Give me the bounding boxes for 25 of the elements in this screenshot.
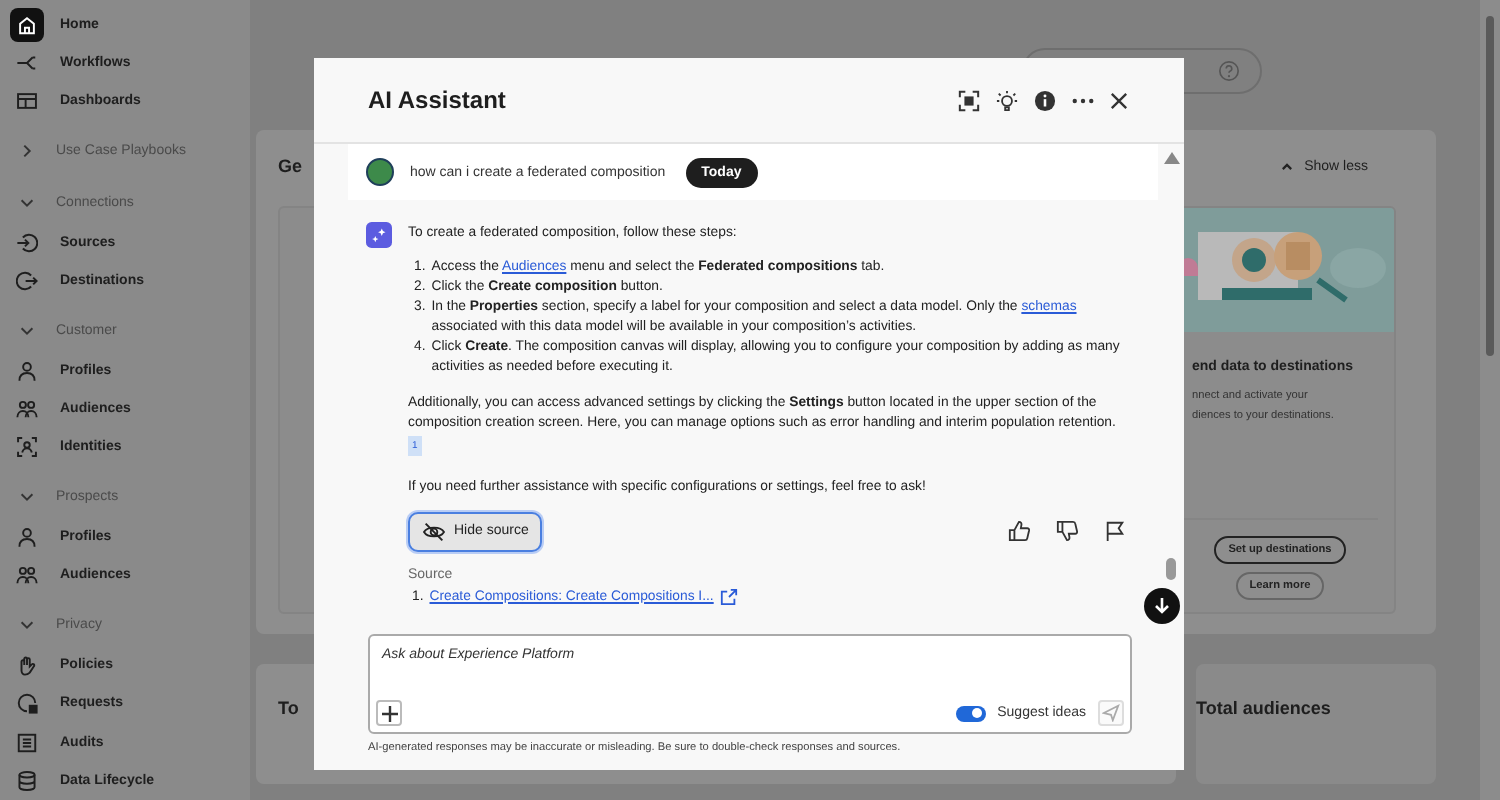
card-title: To bbox=[278, 698, 299, 718]
info-icon[interactable] bbox=[1034, 89, 1056, 111]
thumbs-down-icon[interactable] bbox=[1056, 520, 1078, 543]
suggest-ideas-toggle[interactable] bbox=[955, 705, 986, 721]
avatar bbox=[366, 158, 394, 186]
fullscreen-icon[interactable] bbox=[958, 89, 980, 111]
thumbs-up-icon[interactable] bbox=[1008, 520, 1030, 543]
chevron-up-icon bbox=[1280, 159, 1295, 173]
dialog-title: AI Assistant bbox=[368, 86, 506, 114]
lightbulb-icon[interactable] bbox=[996, 89, 1018, 111]
citation-badge[interactable]: 1 bbox=[408, 435, 422, 456]
eye-slash-icon bbox=[422, 521, 446, 542]
close-icon[interactable] bbox=[1110, 91, 1128, 109]
scroll-up-icon[interactable] bbox=[1163, 152, 1179, 164]
flag-icon[interactable] bbox=[1104, 520, 1126, 543]
external-link-icon[interactable] bbox=[719, 587, 738, 606]
send-icon bbox=[1102, 704, 1120, 722]
arrow-down-icon bbox=[1154, 598, 1170, 614]
assistant-icon bbox=[366, 222, 392, 248]
add-button[interactable] bbox=[376, 700, 402, 726]
card-title: Ge bbox=[278, 156, 303, 176]
more-icon[interactable] bbox=[1072, 97, 1094, 103]
scrollbar-thumb[interactable] bbox=[1166, 558, 1176, 580]
card-title: Total audiences bbox=[1196, 698, 1331, 718]
plus-icon bbox=[381, 705, 397, 721]
